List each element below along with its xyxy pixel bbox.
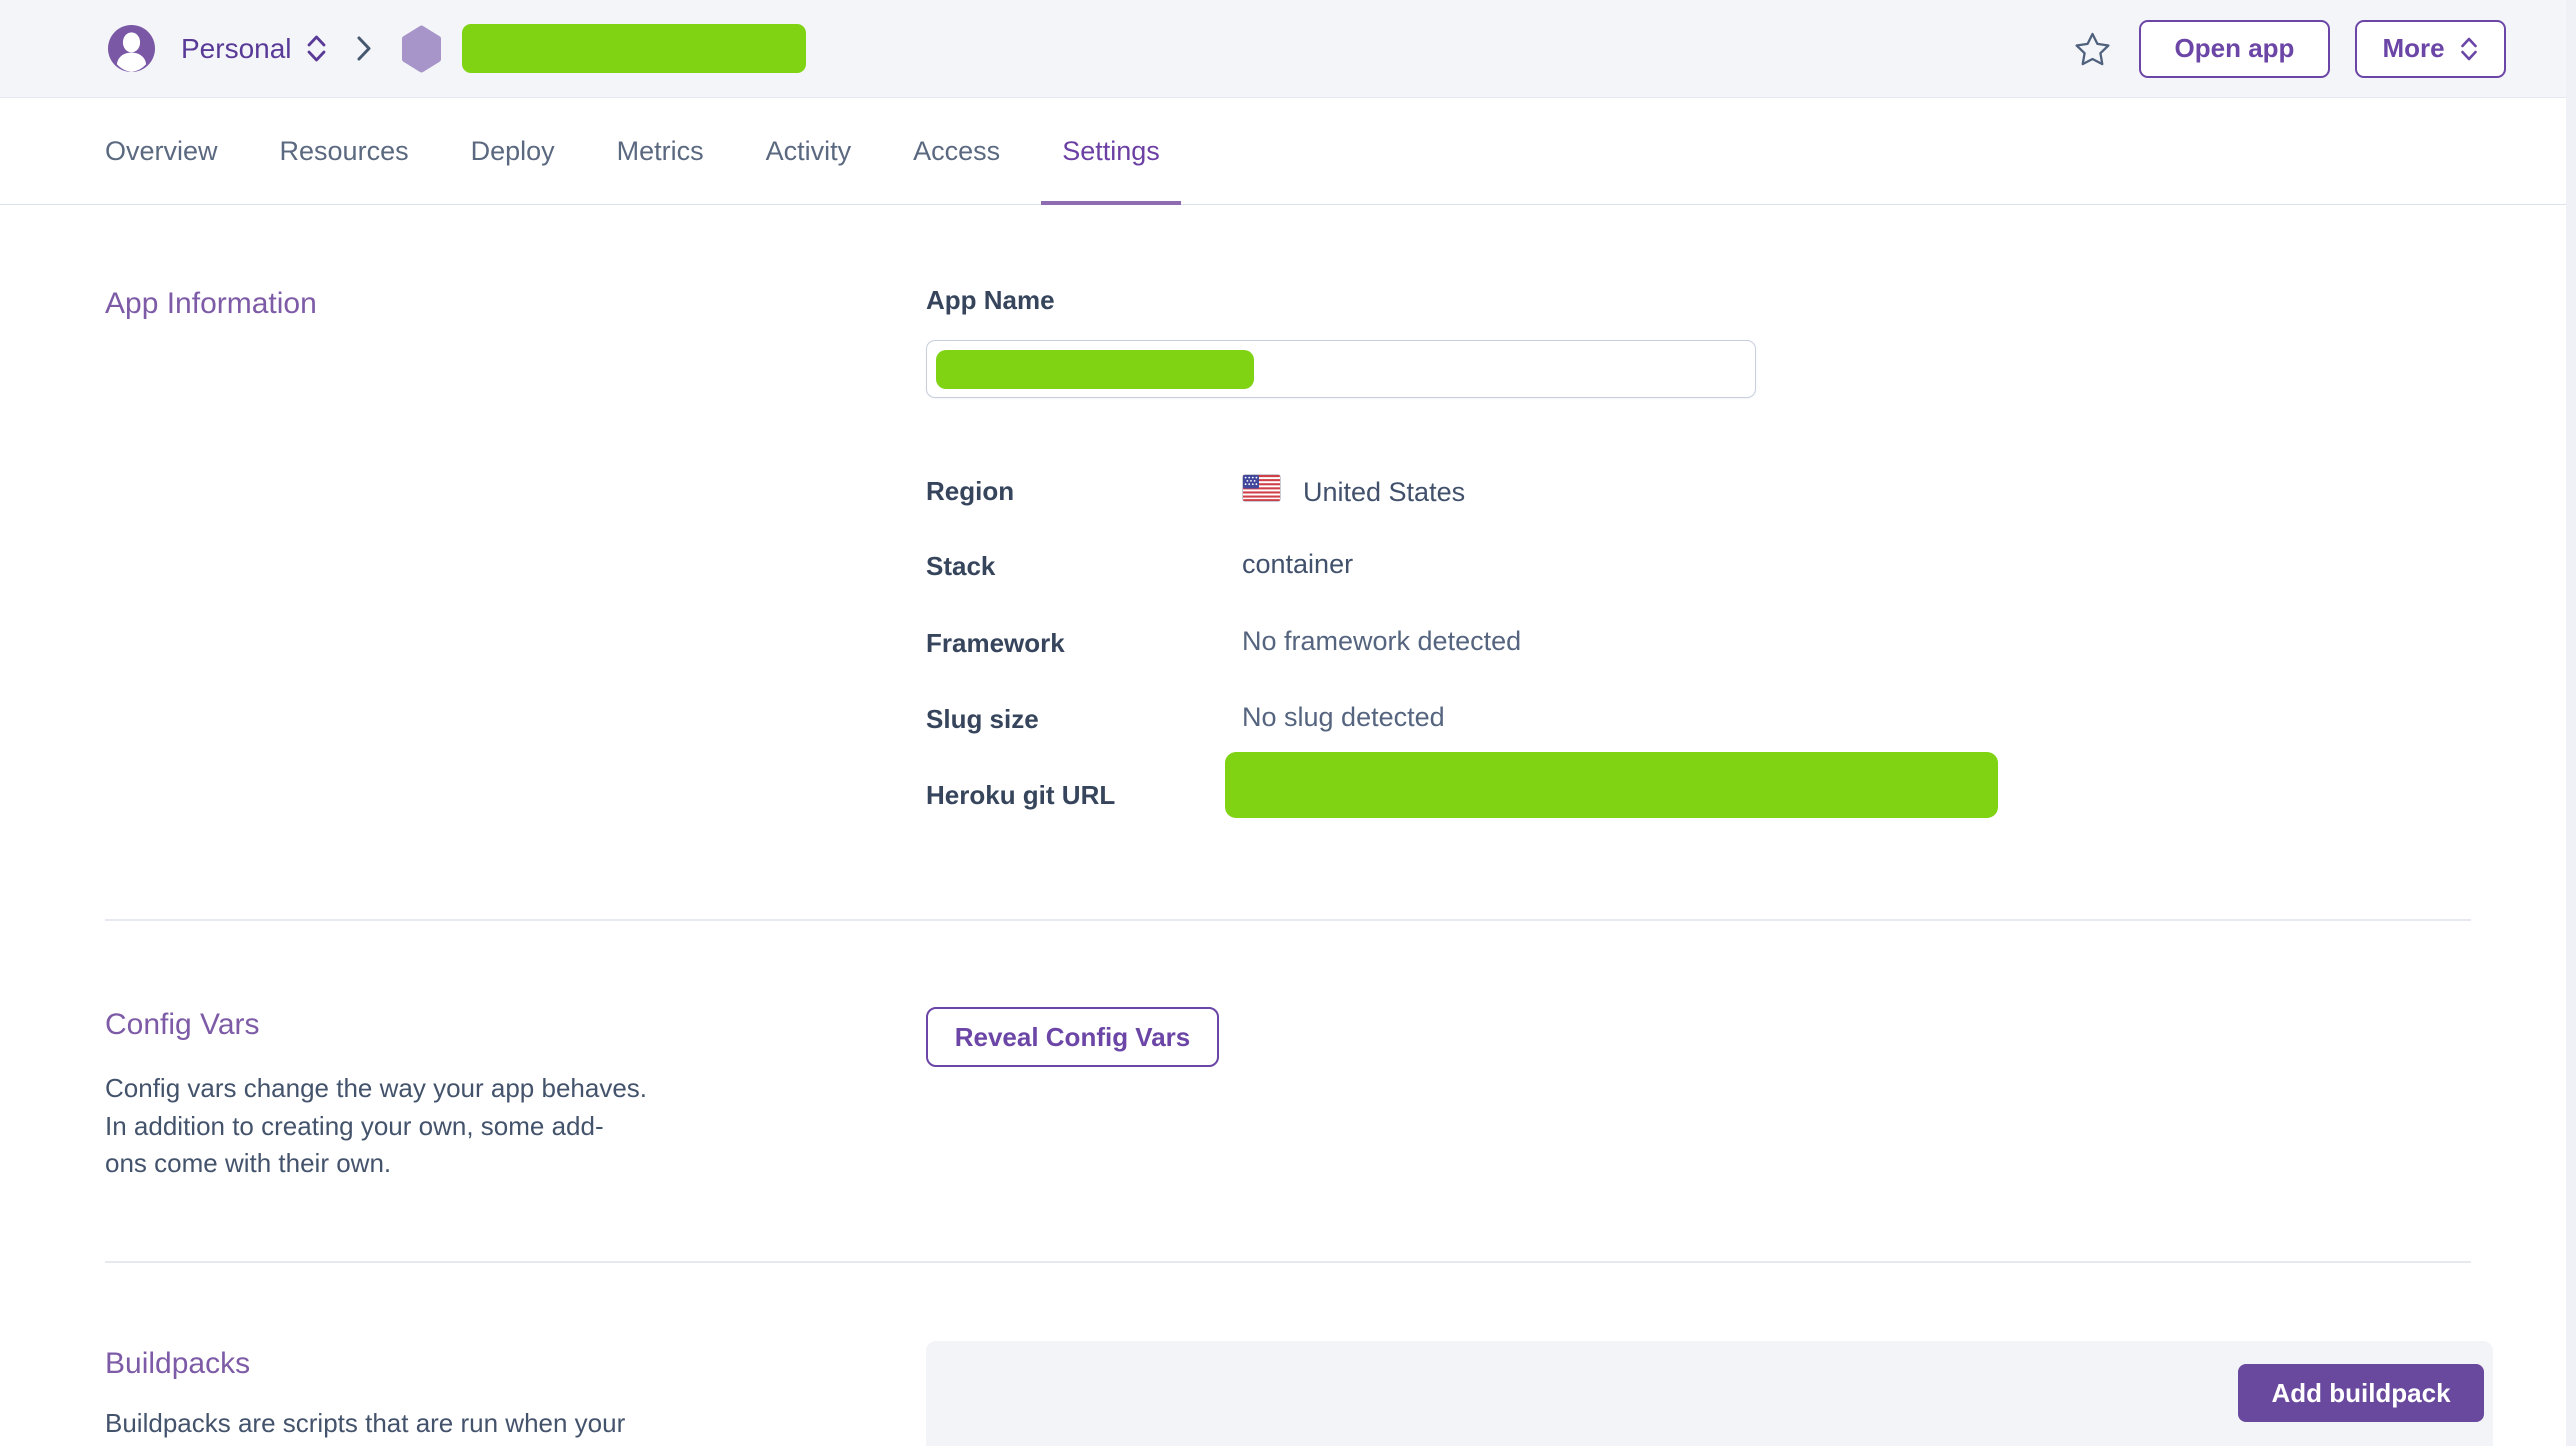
section-divider xyxy=(105,1261,2471,1263)
more-caret-icon xyxy=(2459,35,2479,63)
chevron-right-icon xyxy=(355,34,372,63)
framework-value: No framework detected xyxy=(1242,626,1521,657)
breadcrumb-org-name[interactable]: Personal xyxy=(181,33,292,65)
redacted-git-url-value xyxy=(1225,752,1998,818)
tab-access[interactable]: Access xyxy=(913,98,1000,204)
config-vars-description-line: In addition to creating your own, some a… xyxy=(105,1111,604,1142)
redacted-app-name xyxy=(462,24,806,73)
redacted-app-name-value xyxy=(936,350,1254,389)
tab-metrics[interactable]: Metrics xyxy=(617,98,704,204)
config-vars-description-line: Config vars change the way your app beha… xyxy=(105,1073,647,1104)
region-label: Region xyxy=(926,476,1014,507)
us-flag-icon xyxy=(1242,474,1281,502)
more-button[interactable]: More xyxy=(2355,20,2506,78)
favorite-star-icon[interactable] xyxy=(2074,31,2111,66)
open-app-label: Open app xyxy=(2175,33,2295,64)
header-actions: Open app More xyxy=(2074,20,2506,78)
app-hexagon-icon xyxy=(400,25,443,73)
reveal-config-vars-button[interactable]: Reveal Config Vars xyxy=(926,1007,1219,1067)
tab-overview[interactable]: Overview xyxy=(105,98,218,204)
breadcrumb: Personal xyxy=(108,24,806,73)
config-vars-heading: Config Vars xyxy=(105,1008,260,1042)
more-label: More xyxy=(2382,33,2444,64)
buildpacks-heading: Buildpacks xyxy=(105,1347,250,1381)
config-vars-description-line: ons come with their own. xyxy=(105,1148,391,1179)
framework-label: Framework xyxy=(926,628,1065,659)
app-information-heading: App Information xyxy=(105,287,317,321)
stack-label: Stack xyxy=(926,551,995,582)
tab-settings[interactable]: Settings xyxy=(1062,98,1160,204)
tab-deploy[interactable]: Deploy xyxy=(471,98,555,204)
org-switcher-caret-icon[interactable] xyxy=(305,33,328,64)
slug-size-label: Slug size xyxy=(926,704,1039,735)
scrollbar-track[interactable] xyxy=(2566,0,2576,1446)
slug-size-value: No slug detected xyxy=(1242,702,1445,733)
app-header: Personal Open app Mor xyxy=(0,0,2576,98)
app-nav-tabs: Overview Resources Deploy Metrics Activi… xyxy=(0,98,2576,205)
open-app-button[interactable]: Open app xyxy=(2139,20,2330,78)
buildpacks-description-line: Buildpacks are scripts that are run when… xyxy=(105,1408,625,1439)
stack-value: container xyxy=(1242,549,1353,580)
tab-resources[interactable]: Resources xyxy=(280,98,409,204)
app-name-label: App Name xyxy=(926,285,1055,316)
add-buildpack-button[interactable]: Add buildpack xyxy=(2238,1364,2484,1422)
section-divider xyxy=(105,919,2471,921)
user-avatar-icon[interactable] xyxy=(108,25,155,72)
tab-activity[interactable]: Activity xyxy=(766,98,852,204)
heroku-git-url-label: Heroku git URL xyxy=(926,780,1115,811)
region-value: United States xyxy=(1303,477,1465,508)
